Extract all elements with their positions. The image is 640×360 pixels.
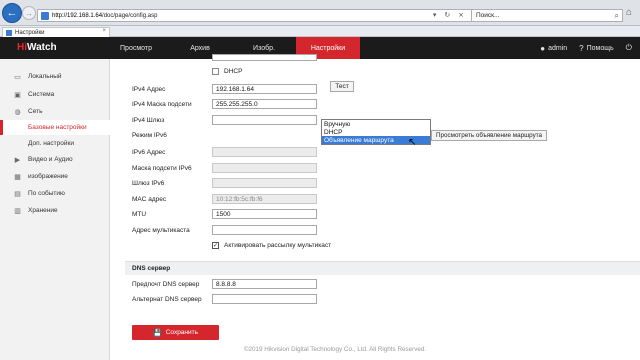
dhcp-checkbox[interactable] xyxy=(212,68,219,75)
mtu-input[interactable]: 1500 xyxy=(212,209,317,219)
multicast-discovery-checkbox[interactable]: ✓ xyxy=(212,242,219,249)
storage-icon: ▥ xyxy=(14,207,21,215)
browser-tab[interactable]: Настройки × xyxy=(2,27,110,37)
sidebar-item-image[interactable]: ▦ изображение xyxy=(0,169,110,184)
browser-toolbar: ← → http://192.168.1.64/doc/page/config.… xyxy=(0,0,640,26)
page-favicon-icon xyxy=(41,11,49,20)
search-input[interactable]: Поиск... ⌕ xyxy=(471,9,623,22)
logo: HiWatch xyxy=(17,42,57,53)
sidebar-item-system[interactable]: ▣ Система xyxy=(0,87,110,102)
checkmark-icon: ✓ xyxy=(212,243,219,249)
user-icon: ● xyxy=(540,43,546,53)
ipv6-mask-input[interactable] xyxy=(212,163,317,173)
sidebar-item-basic-settings[interactable]: Базовые настройки xyxy=(0,120,110,135)
video-icon: ▶ xyxy=(14,156,21,164)
logout-icon[interactable]: ⏻ xyxy=(626,43,632,53)
tab-title: Настройки xyxy=(15,29,45,36)
forward-button[interactable]: → xyxy=(22,6,36,20)
globe-icon: ◍ xyxy=(14,108,21,116)
dropdown-option-dhcp[interactable]: DHCP xyxy=(322,128,430,136)
multicast-input[interactable] xyxy=(212,225,317,235)
app-header: HiWatch Просмотр Архив Изобр. Настройки … xyxy=(0,37,640,59)
image-icon: ▦ xyxy=(14,173,21,181)
tab-favicon-icon xyxy=(6,29,12,36)
sidebar-item-local[interactable]: ▭ Локальный xyxy=(0,69,110,84)
back-button[interactable]: ← xyxy=(2,3,22,23)
sidebar-item-video-audio[interactable]: ▶ Видео и Аудио xyxy=(0,152,110,167)
sidebar-item-storage[interactable]: ▥ Хранение xyxy=(0,203,110,218)
system-icon: ▣ xyxy=(14,91,21,99)
home-icon[interactable]: ⌂ xyxy=(626,7,632,18)
save-button[interactable]: 💾 Сохранить xyxy=(132,325,219,340)
dns-section-header: DNS сервер xyxy=(125,261,640,275)
help-icon: ? xyxy=(579,43,584,53)
url-text: http://192.168.1.64/doc/page/config.asp xyxy=(52,12,158,19)
save-icon: 💾 xyxy=(152,329,162,337)
test-button[interactable]: Тест xyxy=(330,81,354,92)
sidebar: ▭ Локальный ▣ Система ◍ Сеть Базовые настро… xyxy=(0,59,110,360)
sidebar-item-network[interactable]: ◍ Сеть xyxy=(0,104,110,119)
ipv4-mask-input[interactable]: 255.255.255.0 xyxy=(212,99,317,109)
tab-strip: Настройки × xyxy=(0,26,640,37)
arrow-left-icon: ← xyxy=(6,7,18,19)
dropdown-option-manual[interactable]: Вручную xyxy=(322,120,430,128)
view-route-advertisement-button[interactable]: Просмотреть объявление маршрута xyxy=(431,130,547,141)
search-icon[interactable]: ⌕ xyxy=(615,11,619,21)
refresh-icon[interactable]: ▾ ↻ ⨯ xyxy=(433,11,467,19)
ipv4-gateway-input[interactable] xyxy=(212,115,317,125)
ipv6-gateway-input[interactable] xyxy=(212,178,317,188)
user-menu[interactable]: ● admin xyxy=(540,44,567,53)
sidebar-item-event[interactable]: ▤ По событию xyxy=(0,186,110,201)
nav-live-view[interactable]: Просмотр xyxy=(104,37,168,59)
monitor-icon: ▭ xyxy=(14,73,21,81)
dhcp-checkbox-row: DHCP xyxy=(212,68,242,75)
sidebar-item-advanced-settings[interactable]: Доп. настройки xyxy=(0,136,110,151)
partial-top-field[interactable] xyxy=(212,54,317,61)
multicast-discovery-row: ✓ Активировать рассылку мультикаст xyxy=(212,242,332,249)
event-icon: ▤ xyxy=(14,190,21,198)
ipv4-address-input[interactable]: 192.168.1.64 xyxy=(212,84,317,94)
ipv6-address-input[interactable] xyxy=(212,147,317,157)
header-right: ● admin ? Помощь ⏻ xyxy=(540,37,632,59)
mouse-cursor-icon: ↖ xyxy=(408,137,417,148)
alternate-dns-input[interactable] xyxy=(212,294,317,304)
preferred-dns-input[interactable]: 8.8.8.8 xyxy=(212,279,317,289)
footer-copyright: ©2019 Hikvision Digital Technology Co., … xyxy=(243,346,427,353)
settings-content: DHCP IPv4 Адрес 192.168.1.64 Тест IPv4 М… xyxy=(110,54,640,360)
mac-address-input: 10:12:fb:5c:fb:f6 xyxy=(212,194,317,204)
close-icon[interactable]: × xyxy=(102,28,106,34)
help-link[interactable]: ? Помощь xyxy=(579,44,614,53)
arrow-right-icon: → xyxy=(25,8,33,18)
address-bar[interactable]: http://192.168.1.64/doc/page/config.asp … xyxy=(37,9,472,22)
